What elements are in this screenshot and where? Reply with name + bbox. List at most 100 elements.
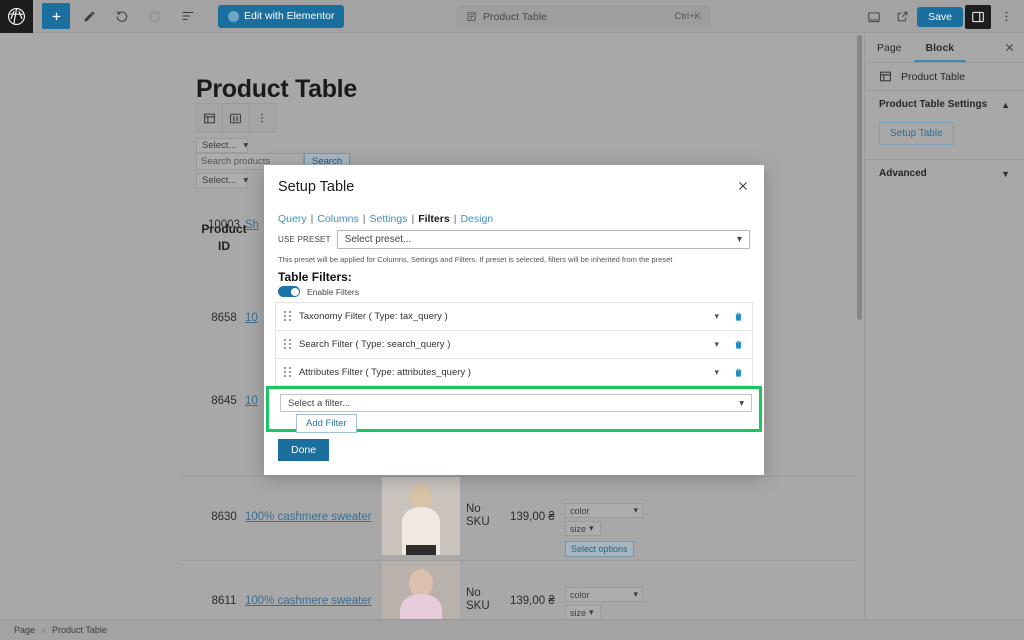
product-price: 139,00 ₴ — [510, 595, 555, 607]
chevron-down-icon: ▾ — [589, 607, 594, 617]
filter-label: Taxonomy Filter ( Type: tax_query ) — [299, 311, 448, 322]
trash-icon[interactable] — [733, 367, 744, 378]
breadcrumb-root[interactable]: Page — [14, 625, 35, 635]
undo-icon[interactable] — [108, 3, 136, 29]
product-name-link[interactable]: Sh — [245, 219, 259, 231]
product-price: 139,00 ₴ — [510, 511, 555, 523]
breadcrumb-current[interactable]: Product Table — [52, 625, 107, 635]
enable-filters-row: Enable Filters — [278, 286, 359, 297]
tab-settings[interactable]: Settings — [370, 213, 408, 225]
product-options: color ▾ size ▾ Select options — [565, 587, 643, 619]
close-icon[interactable] — [994, 33, 1024, 62]
tab-separator: | — [310, 213, 314, 225]
modal-tabs: Query | Columns | Settings | Filters | D… — [278, 213, 493, 225]
sidebar-block-info: Product Table — [865, 63, 1024, 91]
table-filter-select-1[interactable]: Select... ▾ — [196, 138, 248, 153]
chevron-down-icon: ▾ — [633, 589, 638, 599]
edit-with-elementor-button[interactable]: Edit with Elementor — [218, 4, 345, 28]
command-bar[interactable]: Product Table Ctrl+K — [457, 5, 710, 28]
drag-handle-icon[interactable] — [284, 366, 291, 378]
chevron-down-icon: ▾ — [739, 397, 744, 409]
redo-icon — [141, 3, 169, 29]
tab-columns[interactable]: Columns — [317, 213, 358, 225]
save-button[interactable]: Save — [917, 6, 963, 27]
trash-icon[interactable] — [733, 311, 744, 322]
settings-sidebar-icon[interactable] — [965, 4, 991, 29]
table-block-icon[interactable] — [197, 104, 223, 132]
chevron-down-icon[interactable]: ▾ — [714, 367, 719, 378]
chevron-down-icon[interactable]: ▾ — [714, 339, 719, 350]
product-name-link[interactable]: 10 — [245, 395, 258, 407]
filter-label: Attributes Filter ( Type: attributes_que… — [299, 366, 471, 378]
editor-root: Edit with Elementor Product Table Ctrl+K — [0, 0, 1024, 640]
product-name-link[interactable]: 100% cashmere sweater — [245, 595, 372, 607]
tab-separator: | — [411, 213, 415, 225]
more-options-icon[interactable] — [993, 5, 1019, 29]
preset-select[interactable]: Select preset... ▾ — [336, 230, 750, 249]
wordpress-logo-icon[interactable] — [0, 0, 33, 33]
pencil-icon[interactable] — [75, 3, 103, 29]
done-button[interactable]: Done — [278, 439, 330, 461]
list-item[interactable]: Attributes Filter ( Type: attributes_que… — [275, 358, 753, 386]
size-select[interactable]: size ▾ — [565, 605, 601, 619]
tab-filters[interactable]: Filters — [418, 213, 450, 225]
sidebar-section-product-table-settings[interactable]: Product Table Settings ▲ — [865, 91, 1024, 118]
table-filter-select-2[interactable]: Select... ▾ — [196, 173, 248, 188]
product-id: 8658 — [211, 312, 237, 324]
trash-icon[interactable] — [733, 339, 744, 350]
preset-select-value: Select preset... — [344, 234, 412, 245]
table-filter-select-2-value: Select... — [202, 175, 237, 186]
select-a-filter-dropdown[interactable]: Select a filter... ▾ — [280, 394, 752, 412]
color-select-value: color — [570, 505, 590, 516]
list-item[interactable]: Taxonomy Filter ( Type: tax_query ) ▾ — [275, 302, 753, 330]
edit-with-elementor-label: Edit with Elementor — [244, 10, 335, 22]
table-row: 8611 100% cashmere sweater No SKU 139,00 … — [180, 557, 860, 619]
view-external-icon[interactable] — [889, 5, 915, 29]
product-sku: No SKU — [466, 587, 490, 612]
drag-handle-icon[interactable] — [284, 339, 291, 350]
add-block-button[interactable] — [42, 3, 70, 29]
tab-design[interactable]: Design — [460, 213, 493, 225]
tab-block[interactable]: Block — [914, 33, 967, 62]
select-options-button[interactable]: Select options — [565, 541, 634, 557]
product-name-link[interactable]: 100% cashmere sweater — [245, 511, 372, 523]
tab-separator: | — [453, 213, 457, 225]
color-select-value: color — [570, 589, 590, 600]
chevron-down-icon[interactable]: ▾ — [714, 311, 719, 322]
top-bar-actions: Save — [861, 0, 1019, 33]
color-select[interactable]: color ▾ — [565, 587, 643, 602]
page-title: Product Table — [196, 75, 357, 103]
setup-table-button[interactable]: Setup Table — [879, 122, 954, 145]
canvas-scrollbar[interactable] — [856, 33, 863, 619]
filter-label: Search Filter ( Type: search_query ) — [299, 339, 451, 350]
block-toolbar — [196, 103, 276, 133]
color-select[interactable]: color ▾ — [565, 503, 643, 518]
desktop-preview-icon[interactable] — [861, 5, 887, 29]
enable-filters-label: Enable Filters — [307, 286, 359, 297]
settings-sidebar: Page Block Product Table Product Table S… — [864, 33, 1024, 619]
list-item[interactable]: Search Filter ( Type: search_query ) ▾ — [275, 330, 753, 358]
table-filters-heading: Table Filters: — [278, 270, 352, 284]
tab-query[interactable]: Query — [278, 213, 307, 225]
product-thumbnail — [382, 477, 460, 555]
sidebar-section-label: Advanced — [879, 168, 927, 179]
list-view-icon[interactable] — [174, 3, 202, 29]
more-options-icon[interactable] — [249, 104, 275, 132]
command-bar-shortcut: Ctrl+K — [674, 11, 701, 22]
scrollbar-thumb[interactable] — [857, 35, 862, 320]
sidebar-section-advanced[interactable]: Advanced ▼ — [865, 160, 1024, 187]
tab-page[interactable]: Page — [865, 33, 914, 62]
chevron-down-icon: ▼ — [1001, 168, 1010, 179]
drag-handle-icon[interactable] — [284, 311, 291, 322]
table-block-icon — [879, 70, 892, 83]
breadcrumb: Page › Product Table — [0, 619, 1024, 640]
modal-title: Setup Table — [278, 179, 355, 195]
table-filter-select-1-value: Select... — [202, 140, 237, 151]
close-icon[interactable] — [734, 177, 752, 195]
enable-filters-toggle[interactable] — [278, 286, 300, 297]
size-select[interactable]: size ▾ — [565, 521, 601, 536]
product-name-link[interactable]: 10 — [245, 312, 258, 324]
transform-block-icon[interactable] — [223, 104, 249, 132]
add-filter-highlight-region: Select a filter... ▾ Add Filter — [266, 386, 762, 433]
add-filter-button[interactable]: Add Filter — [296, 414, 357, 433]
